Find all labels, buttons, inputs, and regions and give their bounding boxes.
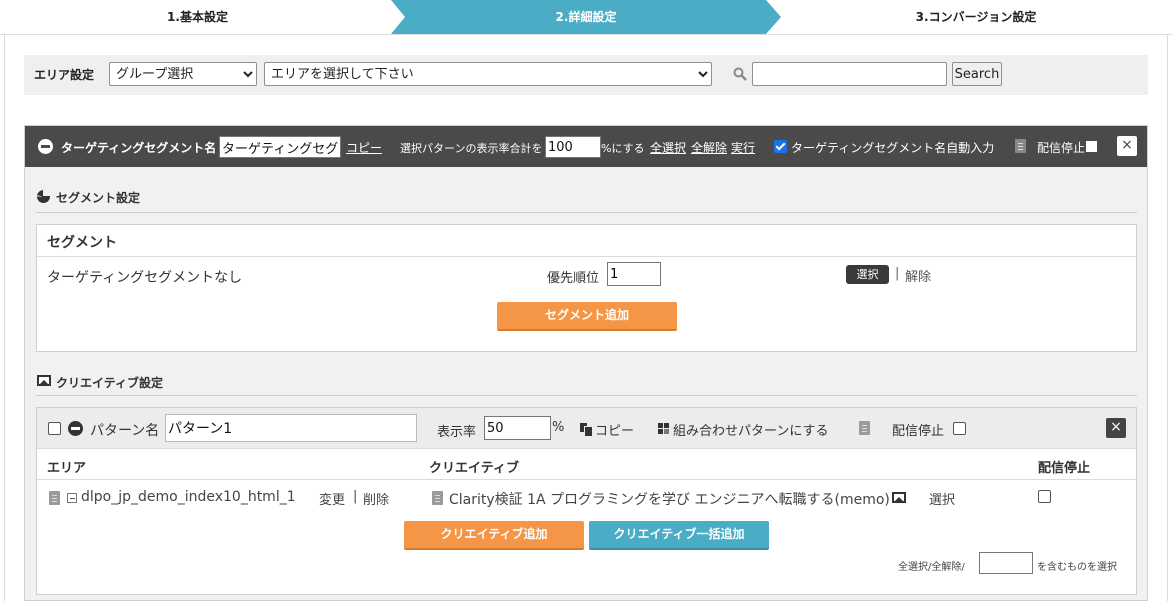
pattern-name-label: パターン名 [90, 423, 160, 439]
pattern-stop-label: 配信停止 [892, 424, 945, 439]
row-creative-name: Clarity検証 1A プログラミングを学び エンジニアへ転職する(memo) [449, 492, 890, 508]
column-area: エリア [47, 461, 87, 476]
rate-total-input[interactable] [545, 136, 601, 158]
select-all-link[interactable]: 全選択 [650, 139, 686, 156]
document-icon [1015, 139, 1026, 153]
targeting-segment-panel: ターゲティングセグメント名 コピー 選択パターンの表示率合計を %にする 全選択… [24, 125, 1148, 601]
search-button[interactable]: Search [952, 62, 1002, 86]
combo-icon[interactable] [658, 423, 670, 435]
collapse-minus-icon[interactable] [38, 139, 53, 154]
area-settings-bar: エリア設定 グループ選択 エリアを選択して下さい Search [24, 55, 1148, 95]
group-select[interactable]: グループ選択 [109, 62, 257, 86]
pattern-collapse-icon[interactable] [68, 421, 83, 436]
clear-all-link[interactable]: 全解除 [691, 139, 727, 156]
row-area-name: dlpo_jp_demo_index10_html_1 [81, 489, 296, 505]
divider [36, 395, 1137, 396]
pattern-header: パターン名 表示率 % コピー 組み合わせパターンにする 配信停止 × [37, 408, 1136, 449]
segment-release-link[interactable]: 解除 [905, 266, 931, 285]
bulk-add-creative-button[interactable]: クリエイティブ一括追加 [589, 521, 769, 550]
frame-border-left [4, 35, 5, 601]
pattern-box: パターン名 表示率 % コピー 組み合わせパターンにする 配信停止 × エリア … [36, 407, 1137, 595]
pattern-name-input[interactable] [165, 414, 417, 442]
priority-input[interactable] [607, 262, 661, 286]
row-select-link[interactable]: 選択 [929, 489, 955, 508]
delivery-stop-checkbox[interactable] [1086, 141, 1097, 152]
search-input[interactable] [752, 62, 947, 86]
pattern-copy-button[interactable]: コピー [595, 420, 634, 439]
area-settings-label: エリア設定 [34, 68, 95, 82]
pattern-checkbox[interactable] [48, 422, 61, 435]
row-stop-checkbox[interactable] [1038, 490, 1051, 503]
rate-prefix-text: 選択パターンの表示率合計を [400, 142, 543, 155]
separator: | [353, 489, 358, 504]
pie-chart-icon [37, 190, 50, 203]
minus-box-icon[interactable] [67, 493, 77, 503]
execute-link[interactable]: 実行 [731, 139, 755, 156]
bulk-select-suffix[interactable]: を含むものを選択 [1037, 558, 1117, 573]
column-creative: クリエイティブ [429, 461, 519, 476]
segment-name-label: ターゲティングセグメント名 [61, 141, 217, 155]
area-select[interactable]: エリアを選択して下さい [264, 62, 712, 86]
rate-suffix-text: %にする [601, 142, 645, 155]
segment-settings-title: セグメント設定 [56, 191, 141, 205]
document-icon [49, 491, 60, 505]
separator: | [895, 266, 900, 281]
creative-settings-title: クリエイティブ設定 [56, 376, 164, 390]
pattern-close-icon[interactable]: × [1106, 418, 1126, 438]
frame-border-right [1167, 35, 1168, 601]
display-rate-label: 表示率 [437, 425, 477, 440]
document-icon [859, 421, 870, 435]
bulk-select-prefix[interactable]: 全選択/全解除/ [898, 558, 965, 573]
column-stop: 配信停止 [1038, 461, 1091, 476]
targeting-segment-header: ターゲティングセグメント名 コピー 選択パターンの表示率合計を %にする 全選択… [25, 126, 1147, 167]
priority-label: 優先順位 [547, 271, 600, 286]
step-detail-settings[interactable]: 2.詳細設定 [391, 0, 781, 34]
add-creative-button[interactable]: クリエイティブ追加 [404, 521, 584, 550]
row-delete-link[interactable]: 削除 [363, 489, 389, 508]
pattern-stop-checkbox[interactable] [953, 422, 966, 435]
combo-pattern-button[interactable]: 組み合わせパターンにする [673, 420, 828, 439]
search-icon [733, 67, 747, 81]
pattern-table-header: エリア クリエイティブ 配信停止 [37, 450, 1136, 480]
segment-select-button[interactable]: 選択 [846, 265, 889, 284]
divider [36, 212, 1137, 213]
step-basic-settings[interactable]: 1.基本設定 [0, 0, 395, 34]
segment-copy-link[interactable]: コピー [346, 139, 382, 156]
copy-icon[interactable] [580, 423, 593, 437]
no-segment-text: ターゲティングセグメントなし [47, 270, 243, 286]
display-rate-input[interactable] [484, 416, 551, 440]
segment-box: セグメント ターゲティングセグメントなし 優先順位 選択 | 解除 セグメント追… [36, 224, 1137, 352]
step-conversion-settings[interactable]: 3.コンバージョン設定 [780, 0, 1172, 34]
bulk-filter-input[interactable] [979, 552, 1033, 574]
auto-input-label: ターゲティングセグメント名自動入力 [791, 141, 995, 155]
delivery-stop-label: 配信停止 [1037, 141, 1086, 155]
add-segment-button[interactable]: セグメント追加 [497, 302, 677, 331]
segment-name-input[interactable] [219, 136, 341, 158]
row-change-link[interactable]: 変更 [319, 489, 345, 508]
document-icon [432, 491, 443, 505]
image-preview-icon[interactable] [892, 492, 906, 503]
segment-box-title: セグメント [37, 225, 1136, 257]
auto-input-checkbox[interactable] [774, 140, 787, 153]
percent-label: % [552, 420, 565, 435]
image-icon [37, 375, 51, 386]
close-icon[interactable]: × [1117, 136, 1137, 156]
step-bar: 1.基本設定 2.詳細設定 3.コンバージョン設定 [0, 0, 1172, 35]
